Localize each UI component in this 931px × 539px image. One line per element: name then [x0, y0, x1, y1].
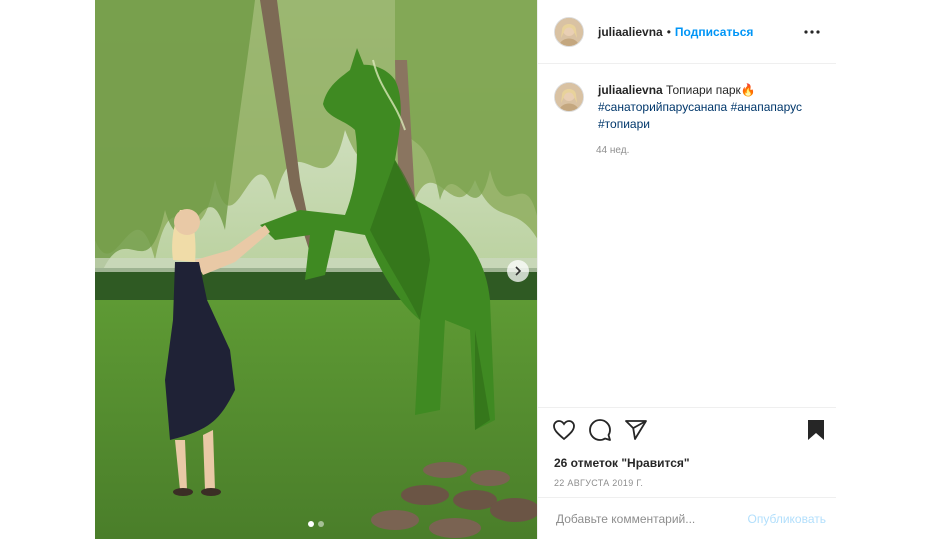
comment-bubble-icon[interactable]: [588, 418, 612, 442]
instagram-post: juliaalievna • Подписаться juliaalievna …: [95, 0, 836, 539]
heart-icon[interactable]: [552, 418, 576, 442]
share-plane-icon[interactable]: [624, 418, 648, 442]
more-options-icon: [804, 29, 820, 34]
carousel-dot: [318, 521, 324, 527]
hashtag-link[interactable]: #санаторийпарусанапа: [598, 100, 727, 114]
avatar-image: [555, 17, 583, 46]
hashtag-link[interactable]: #анапапарус: [731, 100, 802, 114]
avatar-image: [555, 83, 583, 111]
avatar[interactable]: [554, 82, 584, 112]
post-sidebar: juliaalievna • Подписаться juliaalievna …: [537, 0, 836, 539]
carousel-indicator: [95, 521, 537, 527]
comment-box: Опубликовать: [538, 497, 836, 539]
post-header: juliaalievna • Подписаться: [538, 0, 836, 64]
caption-body: Топиари парк🔥: [666, 83, 756, 97]
action-icons: [538, 408, 836, 442]
follow-button[interactable]: Подписаться: [675, 25, 753, 39]
caption-username-link[interactable]: juliaalievna: [598, 83, 663, 97]
hashtag-link[interactable]: #топиари: [598, 117, 650, 131]
caption-age[interactable]: 44 нед.: [596, 145, 836, 156]
username-link[interactable]: juliaalievna: [598, 25, 663, 39]
caption-text: juliaalievna Топиари парк🔥 #санаторийпар…: [598, 82, 820, 133]
header-separator: •: [666, 24, 671, 39]
likes-count[interactable]: 26 отметок "Нравится": [538, 442, 836, 470]
carousel-dot: [308, 521, 314, 527]
comment-input[interactable]: [554, 510, 748, 527]
topiary-horse-photo: [95, 0, 537, 539]
chevron-right-icon: [515, 266, 522, 276]
avatar[interactable]: [554, 16, 584, 47]
carousel-next-button[interactable]: [507, 260, 529, 282]
post-caption: juliaalievna Топиари парк🔥 #санаторийпар…: [538, 64, 836, 133]
bookmark-icon[interactable]: [804, 418, 828, 442]
post-date[interactable]: 22 АВГУСТА 2019 Г.: [538, 470, 836, 488]
more-options-button[interactable]: [802, 22, 822, 42]
post-photo[interactable]: [95, 0, 537, 539]
publish-button[interactable]: Опубликовать: [748, 512, 826, 526]
post-actions: 26 отметок "Нравится" 22 АВГУСТА 2019 Г.: [538, 407, 836, 488]
